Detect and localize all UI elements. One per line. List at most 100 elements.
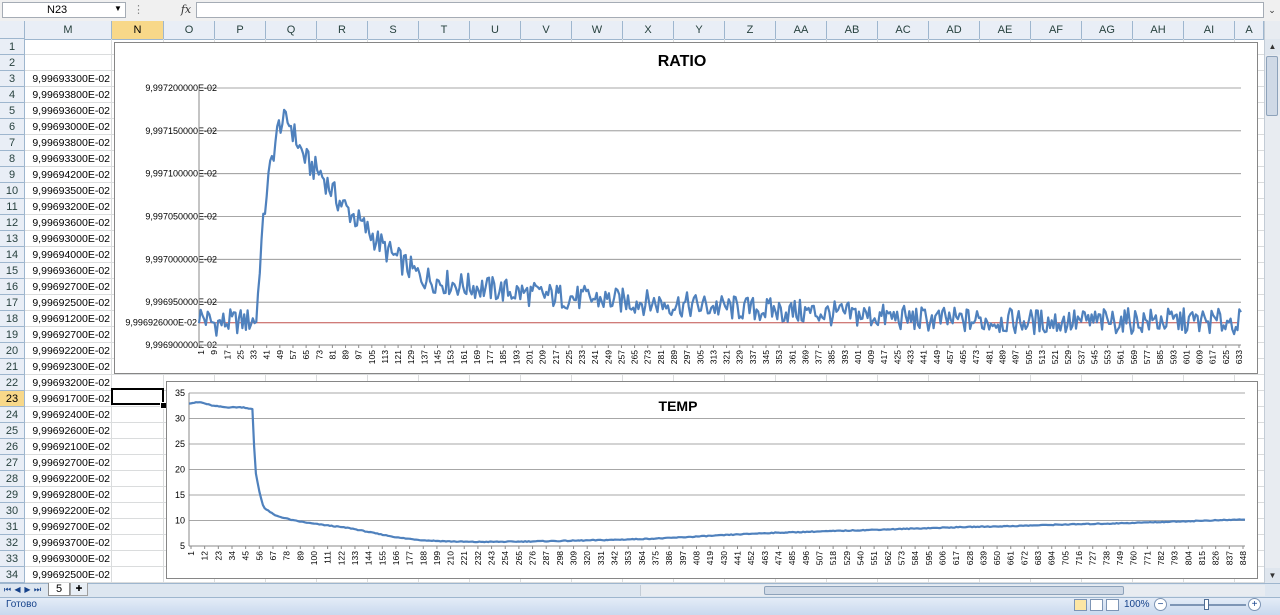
- column-header-x[interactable]: X: [623, 21, 674, 39]
- cell-m22[interactable]: 9,99693200E-02: [25, 375, 112, 391]
- row-header-23[interactable]: 23: [0, 391, 25, 407]
- cell-m24[interactable]: 9,99692400E-02: [25, 407, 112, 423]
- cell-m34[interactable]: 9,99692500E-02: [25, 567, 112, 583]
- sheet-tab-5[interactable]: 5: [48, 583, 70, 596]
- row-header-19[interactable]: 19: [0, 327, 25, 343]
- cell-m4[interactable]: 9,99693800E-02: [25, 87, 112, 103]
- horizontal-scroll-thumb[interactable]: [764, 586, 1124, 595]
- column-header-ah[interactable]: AH: [1133, 21, 1184, 39]
- cell-m10[interactable]: 9,99693500E-02: [25, 183, 112, 199]
- temp-chart[interactable]: TEMP 5 10 15 20 25 30 35 1 12 23 34 45 56 67 78 89 100 111…: [166, 381, 1258, 579]
- row-header-3[interactable]: 3: [0, 71, 25, 87]
- zoom-out-icon[interactable]: −: [1154, 598, 1167, 611]
- column-header-ai[interactable]: AI: [1184, 21, 1235, 39]
- cell-m33[interactable]: 9,99693000E-02: [25, 551, 112, 567]
- page-layout-view-icon[interactable]: [1090, 599, 1103, 611]
- next-sheet-icon[interactable]: ▶: [23, 584, 32, 596]
- row-header-21[interactable]: 21: [0, 359, 25, 375]
- row-header-14[interactable]: 14: [0, 247, 25, 263]
- row-header-25[interactable]: 25: [0, 423, 25, 439]
- cell-m20[interactable]: 9,99692200E-02: [25, 343, 112, 359]
- vertical-scroll-thumb[interactable]: [1266, 56, 1278, 116]
- column-header-af[interactable]: AF: [1031, 21, 1082, 39]
- column-header-aa[interactable]: AA: [776, 21, 827, 39]
- row-header-6[interactable]: 6: [0, 119, 25, 135]
- column-header-t[interactable]: T: [419, 21, 470, 39]
- cell-m32[interactable]: 9,99693700E-02: [25, 535, 112, 551]
- select-all-corner[interactable]: [0, 21, 25, 39]
- column-header-ad[interactable]: AD: [929, 21, 980, 39]
- cell-m17[interactable]: 9,99692500E-02: [25, 295, 112, 311]
- expand-formula-bar-icon[interactable]: ⌄: [1266, 2, 1278, 18]
- prev-sheet-icon[interactable]: ◀: [13, 584, 22, 596]
- zoom-in-icon[interactable]: +: [1248, 598, 1261, 611]
- cell-m3[interactable]: 9,99693300E-02: [25, 71, 112, 87]
- column-header-s[interactable]: S: [368, 21, 419, 39]
- cell-m30[interactable]: 9,99692200E-02: [25, 503, 112, 519]
- cell-m15[interactable]: 9,99693600E-02: [25, 263, 112, 279]
- column-header-n[interactable]: N: [112, 21, 164, 39]
- cell-m29[interactable]: 9,99692800E-02: [25, 487, 112, 503]
- row-header-4[interactable]: 4: [0, 87, 25, 103]
- row-header-22[interactable]: 22: [0, 375, 25, 391]
- row-header-31[interactable]: 31: [0, 519, 25, 535]
- insert-sheet-icon[interactable]: ✚: [70, 583, 88, 596]
- formula-input[interactable]: [196, 2, 1264, 18]
- name-box[interactable]: N23: [2, 2, 126, 18]
- cell-m9[interactable]: 9,99694200E-02: [25, 167, 112, 183]
- cell-m25[interactable]: 9,99692600E-02: [25, 423, 112, 439]
- column-header-v[interactable]: V: [521, 21, 572, 39]
- cell-m11[interactable]: 9,99693200E-02: [25, 199, 112, 215]
- page-break-view-icon[interactable]: [1106, 599, 1119, 611]
- row-header-18[interactable]: 18: [0, 311, 25, 327]
- last-sheet-icon[interactable]: ⏭: [33, 584, 42, 596]
- row-header-8[interactable]: 8: [0, 151, 25, 167]
- cell-m19[interactable]: 9,99692700E-02: [25, 327, 112, 343]
- column-header-ac[interactable]: AC: [878, 21, 929, 39]
- row-header-24[interactable]: 24: [0, 407, 25, 423]
- first-sheet-icon[interactable]: ⏮: [3, 584, 12, 596]
- row-header-30[interactable]: 30: [0, 503, 25, 519]
- scroll-up-arrow-icon[interactable]: ▲: [1265, 39, 1280, 55]
- cell-m26[interactable]: 9,99692100E-02: [25, 439, 112, 455]
- column-header-q[interactable]: Q: [266, 21, 317, 39]
- cell-m27[interactable]: 9,99692700E-02: [25, 455, 112, 471]
- column-header-ae[interactable]: AE: [980, 21, 1031, 39]
- cell-m18[interactable]: 9,99691200E-02: [25, 311, 112, 327]
- row-header-10[interactable]: 10: [0, 183, 25, 199]
- column-header-y[interactable]: Y: [674, 21, 725, 39]
- cell-m2[interactable]: [25, 55, 112, 71]
- cell-m8[interactable]: 9,99693300E-02: [25, 151, 112, 167]
- column-header-ag[interactable]: AG: [1082, 21, 1133, 39]
- zoom-slider-thumb[interactable]: [1204, 599, 1209, 610]
- column-header-m[interactable]: M: [25, 21, 112, 39]
- row-header-28[interactable]: 28: [0, 471, 25, 487]
- column-header-o[interactable]: O: [164, 21, 215, 39]
- row-header-27[interactable]: 27: [0, 455, 25, 471]
- cell-m23[interactable]: 9,99691700E-02: [25, 391, 112, 407]
- column-header-a[interactable]: A: [1235, 21, 1264, 39]
- cell-m7[interactable]: 9,99693800E-02: [25, 135, 112, 151]
- row-header-26[interactable]: 26: [0, 439, 25, 455]
- cell-m12[interactable]: 9,99693600E-02: [25, 215, 112, 231]
- row-header-16[interactable]: 16: [0, 279, 25, 295]
- row-header-20[interactable]: 20: [0, 343, 25, 359]
- row-header-32[interactable]: 32: [0, 535, 25, 551]
- scroll-down-arrow-icon[interactable]: ▼: [1265, 568, 1280, 584]
- row-header-5[interactable]: 5: [0, 103, 25, 119]
- normal-view-icon[interactable]: [1074, 599, 1087, 611]
- insert-function-icon[interactable]: fx: [176, 2, 196, 18]
- column-header-r[interactable]: R: [317, 21, 368, 39]
- ratio-chart[interactable]: RATIO 9,996900000E-02 9,996950000E-02 9,997…: [114, 42, 1258, 374]
- zoom-level[interactable]: 100%: [1124, 599, 1150, 610]
- row-header-12[interactable]: 12: [0, 215, 25, 231]
- row-header-1[interactable]: 1: [0, 39, 25, 55]
- column-header-ab[interactable]: AB: [827, 21, 878, 39]
- active-cell-n23[interactable]: [111, 388, 164, 405]
- cell-m13[interactable]: 9,99693000E-02: [25, 231, 112, 247]
- cell-m31[interactable]: 9,99692700E-02: [25, 519, 112, 535]
- column-header-z[interactable]: Z: [725, 21, 776, 39]
- column-header-p[interactable]: P: [215, 21, 266, 39]
- row-header-9[interactable]: 9: [0, 167, 25, 183]
- row-header-7[interactable]: 7: [0, 135, 25, 151]
